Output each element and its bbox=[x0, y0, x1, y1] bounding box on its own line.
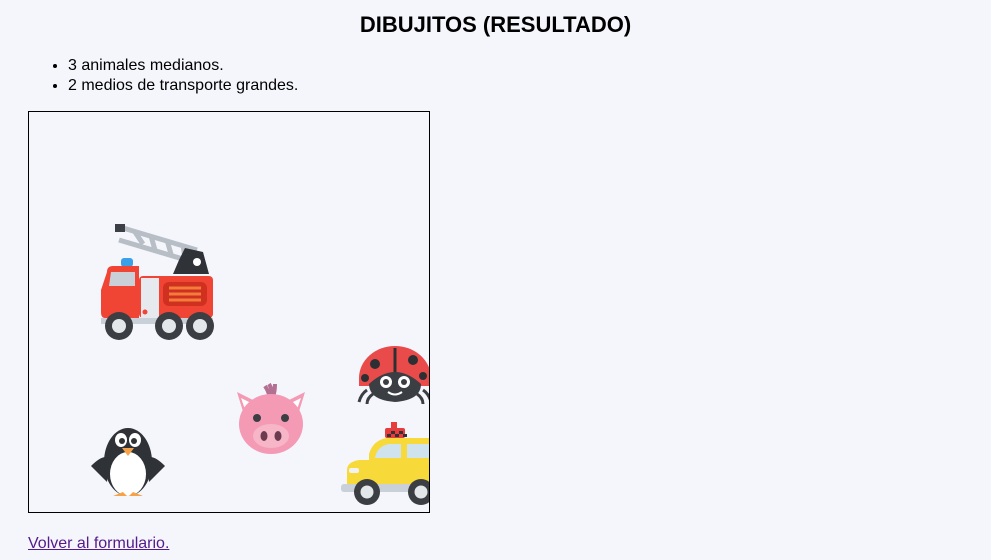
summary-item-animals: 3 animales medianos. bbox=[68, 56, 298, 76]
ladybug-icon bbox=[357, 346, 429, 405]
summary-item-transport: 2 medios de transporte grandes. bbox=[68, 76, 298, 96]
drawing-canvas bbox=[28, 111, 430, 513]
back-to-form-link[interactable]: Volver al formulario. bbox=[28, 535, 169, 553]
pig-face-icon bbox=[237, 382, 305, 454]
penguin-icon bbox=[91, 428, 165, 496]
summary-list: 3 animales medianos. 2 medios de transpo… bbox=[28, 56, 298, 96]
taxi-icon bbox=[341, 422, 429, 505]
page-title: DIBUJITOS (RESULTADO) bbox=[359, 12, 632, 37]
fire-engine-icon bbox=[101, 224, 214, 340]
